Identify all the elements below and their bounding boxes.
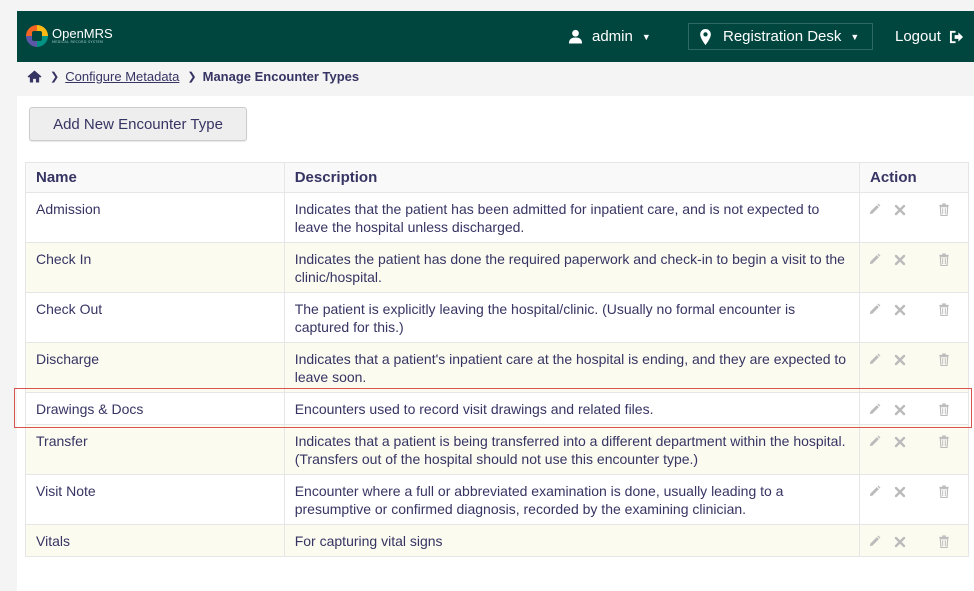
trash-icon[interactable] <box>938 484 952 499</box>
user-menu[interactable]: admin ▼ <box>568 11 651 62</box>
pencil-icon[interactable] <box>868 302 882 316</box>
row-actions <box>858 424 970 475</box>
column-header-name: Name <box>25 162 285 193</box>
trash-icon[interactable] <box>938 534 952 549</box>
chevron-down-icon: ▼ <box>641 31 651 42</box>
table-row: Discharge Indicates that a patient's inpa… <box>25 342 970 393</box>
breadcrumb-current-page: Manage Encounter Types <box>202 68 360 84</box>
breadcrumb-separator-icon: ❯ <box>50 70 60 83</box>
pencil-icon[interactable] <box>868 202 882 216</box>
trash-icon[interactable] <box>938 402 952 417</box>
row-description: Encounters used to record visit drawings… <box>283 392 860 425</box>
row-actions <box>858 524 970 557</box>
breadcrumb: ❯ Configure Metadata ❯ Manage Encounter … <box>17 62 974 90</box>
logout-label: Logout <box>895 28 941 45</box>
pencil-icon[interactable] <box>868 534 882 548</box>
user-icon <box>568 29 583 44</box>
table-row: Drawings & Docs Encounters used to record… <box>25 392 970 425</box>
row-name: Vitals <box>25 524 285 557</box>
openmrs-logo-icon <box>26 25 48 47</box>
retire-x-icon[interactable] <box>894 434 908 448</box>
breadcrumb-configure-metadata[interactable]: Configure Metadata <box>65 69 179 84</box>
chevron-down-icon: ▼ <box>850 31 860 42</box>
home-icon[interactable] <box>27 69 42 83</box>
logo-subtitle: MEDICAL RECORD SYSTEM <box>52 40 104 45</box>
trash-icon[interactable] <box>938 252 952 267</box>
table-header-row: Name Description Action <box>25 162 970 193</box>
location-label: Registration Desk <box>723 28 842 45</box>
row-description: Indicates that a patient is being transf… <box>283 424 860 475</box>
retire-x-icon[interactable] <box>894 484 908 498</box>
row-actions <box>858 342 970 393</box>
table-row: Vitals For capturing vital signs <box>25 524 970 557</box>
trash-icon[interactable] <box>938 302 952 317</box>
retire-x-icon[interactable] <box>894 534 908 548</box>
table-row: Admission Indicates that the patient has … <box>25 192 970 243</box>
logout-icon <box>949 30 964 44</box>
table-row: Transfer Indicates that a patient is bein… <box>25 424 970 475</box>
retire-x-icon[interactable] <box>894 202 908 216</box>
row-actions <box>858 242 970 293</box>
row-name: Drawings & Docs <box>25 392 285 425</box>
main-content: Add New Encounter Type Name Description … <box>17 96 974 591</box>
row-description: Encounter where a full or abbreviated ex… <box>283 474 860 525</box>
breadcrumb-separator-icon: ❯ <box>187 70 197 83</box>
map-marker-icon <box>700 28 711 45</box>
row-name: Admission <box>25 192 285 243</box>
row-name: Check Out <box>25 292 285 343</box>
table-row: Check In Indicates the patient has done t… <box>25 242 970 293</box>
row-description: Indicates that the patient has been admi… <box>283 192 860 243</box>
row-actions <box>858 292 970 343</box>
add-encounter-type-button[interactable]: Add New Encounter Type <box>29 107 247 141</box>
table-row: Visit Note Encounter where a full or abbr… <box>25 474 970 525</box>
row-description: For capturing vital signs <box>283 524 860 557</box>
table-row: Check Out The patient is explicitly leavi… <box>25 292 970 343</box>
retire-x-icon[interactable] <box>894 302 908 316</box>
trash-icon[interactable] <box>938 352 952 367</box>
retire-x-icon[interactable] <box>894 252 908 266</box>
pencil-icon[interactable] <box>868 434 882 448</box>
row-name: Transfer <box>25 424 285 475</box>
pencil-icon[interactable] <box>868 252 882 266</box>
row-actions <box>858 192 970 243</box>
openmrs-logo[interactable]: OpenMRS MEDICAL RECORD SYSTEM <box>26 24 126 48</box>
row-name: Check In <box>25 242 285 293</box>
logout-link[interactable]: Logout <box>895 11 964 62</box>
pencil-icon[interactable] <box>868 484 882 498</box>
row-name: Visit Note <box>25 474 285 525</box>
column-header-action: Action <box>858 162 970 193</box>
retire-x-icon[interactable] <box>894 402 908 416</box>
retire-x-icon[interactable] <box>894 352 908 366</box>
encounter-types-table: Name Description Action Admission Indicat… <box>25 162 970 557</box>
row-description: Indicates the patient has done the requi… <box>283 242 860 293</box>
trash-icon[interactable] <box>938 434 952 449</box>
row-description: Indicates that a patient's inpatient car… <box>283 342 860 393</box>
logo-name: OpenMRS <box>52 26 113 42</box>
column-header-description: Description <box>283 162 860 193</box>
user-label: admin <box>592 28 633 45</box>
pencil-icon[interactable] <box>868 402 882 416</box>
pencil-icon[interactable] <box>868 352 882 366</box>
top-header: OpenMRS MEDICAL RECORD SYSTEM admin ▼ Re… <box>17 11 974 62</box>
trash-icon[interactable] <box>938 202 952 217</box>
row-name: Discharge <box>25 342 285 393</box>
row-actions <box>858 474 970 525</box>
location-menu[interactable]: Registration Desk ▼ <box>688 23 873 50</box>
row-description: The patient is explicitly leaving the ho… <box>283 292 860 343</box>
row-actions <box>858 392 970 425</box>
